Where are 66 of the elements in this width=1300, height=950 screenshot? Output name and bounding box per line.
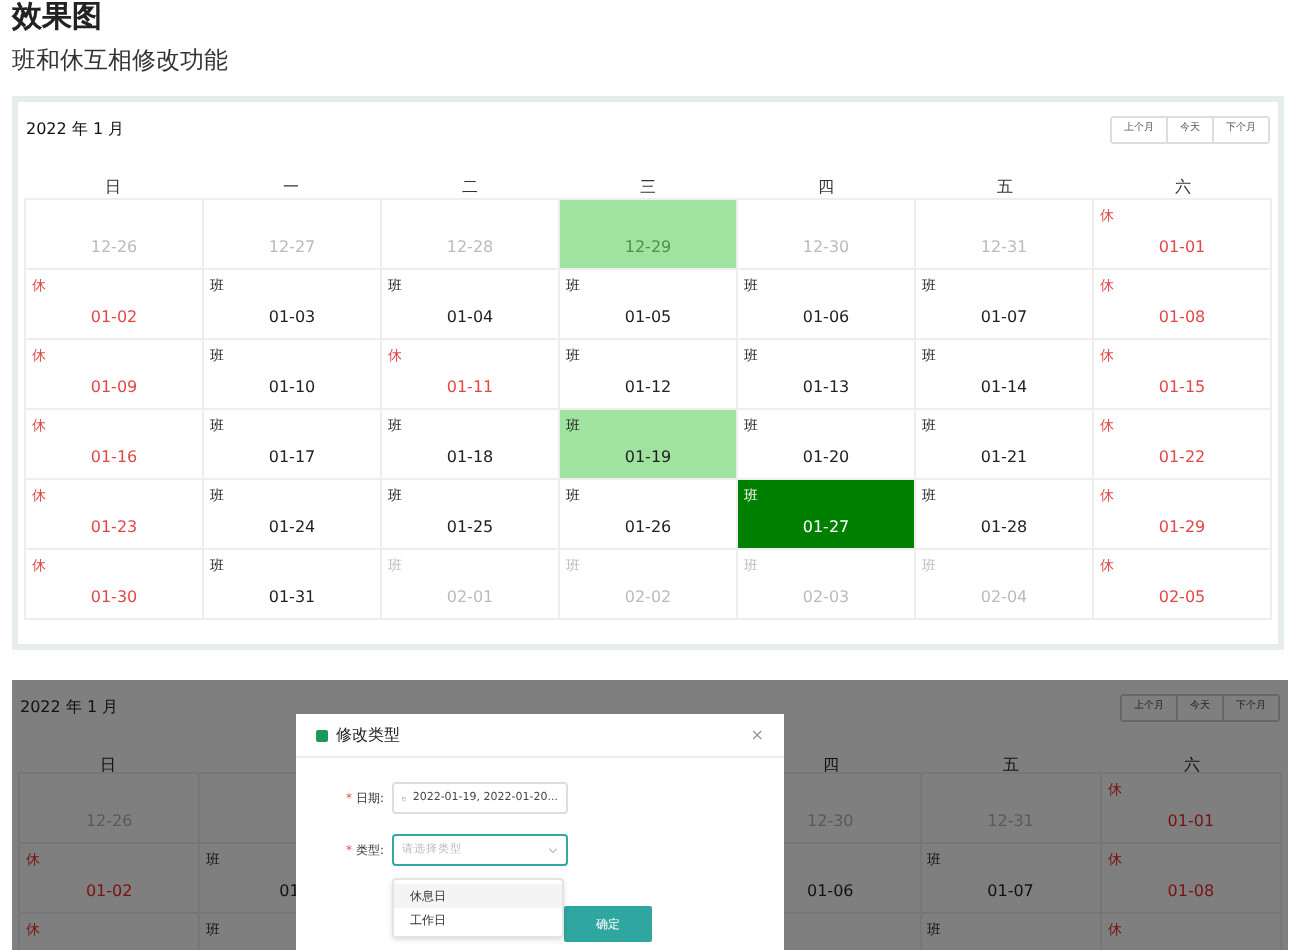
date-label: 01-29: [1156, 516, 1208, 540]
date-label: 01-31: [266, 586, 318, 610]
date-label: 01-02: [88, 306, 140, 330]
weekday-label: 三: [639, 178, 656, 196]
date-label: 02-03: [800, 586, 852, 610]
date-label: 01-06: [800, 306, 852, 330]
date-label: 01-08: [1165, 880, 1217, 904]
date-label: 01-01: [1165, 810, 1217, 834]
date-label: 02-05: [1156, 586, 1208, 610]
date-label: 12-30: [800, 236, 852, 260]
date-label: 01-07: [978, 306, 1030, 330]
date-label: 01: [277, 880, 302, 904]
weekday-label: 六: [1174, 178, 1191, 196]
date-label: 01-25: [444, 516, 496, 540]
date-label: 02-02: [622, 586, 674, 610]
date-label: 01-09: [88, 376, 140, 400]
page-heading: 效果图: [12, 0, 104, 32]
date-label: 01-19: [622, 446, 674, 470]
date-label: 01-02: [83, 880, 135, 904]
date-label: 01-06: [805, 880, 856, 904]
date-label: 12-27: [266, 236, 318, 260]
date-label: 01-18: [444, 446, 496, 470]
weekday-label: 一: [283, 178, 300, 196]
date-label: 01-03: [266, 306, 318, 330]
date-label: 01-07: [985, 880, 1036, 904]
date-label: 01-15: [1156, 376, 1208, 400]
date-label: 12-31: [978, 236, 1030, 260]
weekday-label: 二: [461, 178, 478, 196]
weekday-label: 五: [996, 178, 1013, 196]
date-label: 01-24: [266, 516, 318, 540]
date-label: 01-01: [1156, 236, 1208, 260]
date-label: 01-17: [266, 446, 318, 470]
date-label: 01-14: [978, 376, 1030, 400]
date-label: 02-04: [978, 586, 1030, 610]
calendar-title: 2022 年 1 月: [26, 118, 125, 142]
date-label: 01-11: [444, 376, 496, 400]
weekday-label: 四: [822, 756, 839, 774]
weekday-label: 日: [100, 756, 117, 774]
date-label: 01-21: [978, 446, 1030, 470]
weekday-label: 六: [1183, 756, 1200, 774]
square-icon: [316, 729, 328, 741]
weekday-label: 五: [1003, 756, 1020, 774]
weekday-label: 四: [818, 178, 835, 196]
date-label: 01-16: [88, 446, 140, 470]
date-label: 01-05: [622, 306, 674, 330]
weekday-label: 日: [105, 178, 122, 196]
date-label: 02-01: [444, 586, 496, 610]
date-label: 01-28: [978, 516, 1030, 540]
date-label: 01-30: [88, 586, 140, 610]
date-label: 01-20: [800, 446, 852, 470]
date-label: 12-29: [622, 236, 674, 260]
date-label: 01-10: [266, 376, 318, 400]
date-label: 01-27: [800, 516, 852, 540]
dialog-title: 修改类型: [336, 723, 400, 747]
chevron-down-icon: [548, 847, 558, 853]
date-label: 01-04: [444, 306, 496, 330]
date-label: 01-12: [622, 376, 674, 400]
page-subtitle: 班和休互相修改功能: [12, 44, 230, 76]
date-label: 01-08: [1156, 306, 1208, 330]
date-label: 12-28: [444, 236, 496, 260]
date-label: 01-22: [1156, 446, 1208, 470]
calendar-title: 2022 年 1 月: [20, 696, 119, 720]
date-label: 01-26: [622, 516, 674, 540]
date-label: 01-13: [800, 376, 852, 400]
date-label: 12-26: [88, 236, 140, 260]
date-label: 01-23: [88, 516, 140, 540]
